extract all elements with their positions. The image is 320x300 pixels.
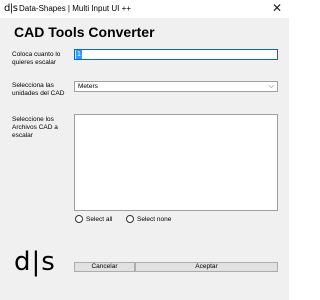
files-listbox[interactable] bbox=[74, 114, 278, 211]
title-bar: d|s Data-Shapes | Multi Input UI ++ ✕ bbox=[0, 0, 289, 18]
select-all-label: Select all bbox=[86, 215, 113, 223]
window-title: Data-Shapes | Multi Input UI ++ bbox=[19, 4, 131, 13]
chevron-down-icon[interactable]: ⌵ bbox=[269, 82, 274, 91]
radio-circle-icon[interactable] bbox=[75, 215, 83, 223]
close-icon[interactable]: ✕ bbox=[272, 1, 282, 15]
cancel-button[interactable]: Cancelar bbox=[74, 262, 135, 272]
page-title: CAD Tools Converter bbox=[14, 24, 155, 40]
scale-input-value: 1 bbox=[76, 50, 82, 59]
scale-input[interactable]: 1 bbox=[74, 49, 278, 60]
select-none-radio[interactable]: Select none bbox=[126, 215, 171, 223]
radio-circle-icon[interactable] bbox=[126, 215, 134, 223]
app-logo-icon: d|s bbox=[4, 3, 18, 14]
select-none-label: Select none bbox=[137, 215, 172, 223]
units-selected-value: Meters bbox=[78, 83, 98, 90]
scale-label: Coloca cuanto lo quieres escalar bbox=[12, 51, 61, 66]
units-select[interactable]: Meters ⌵ bbox=[74, 81, 278, 92]
select-all-radio[interactable]: Select all bbox=[75, 215, 112, 223]
units-label: Selecciona las unidades del CAD bbox=[12, 82, 65, 97]
accept-button[interactable]: Aceptar bbox=[135, 262, 278, 272]
data-shapes-logo: d|s bbox=[14, 247, 56, 277]
files-label: Seleccione los Archivos CAD a escalar bbox=[12, 116, 58, 139]
